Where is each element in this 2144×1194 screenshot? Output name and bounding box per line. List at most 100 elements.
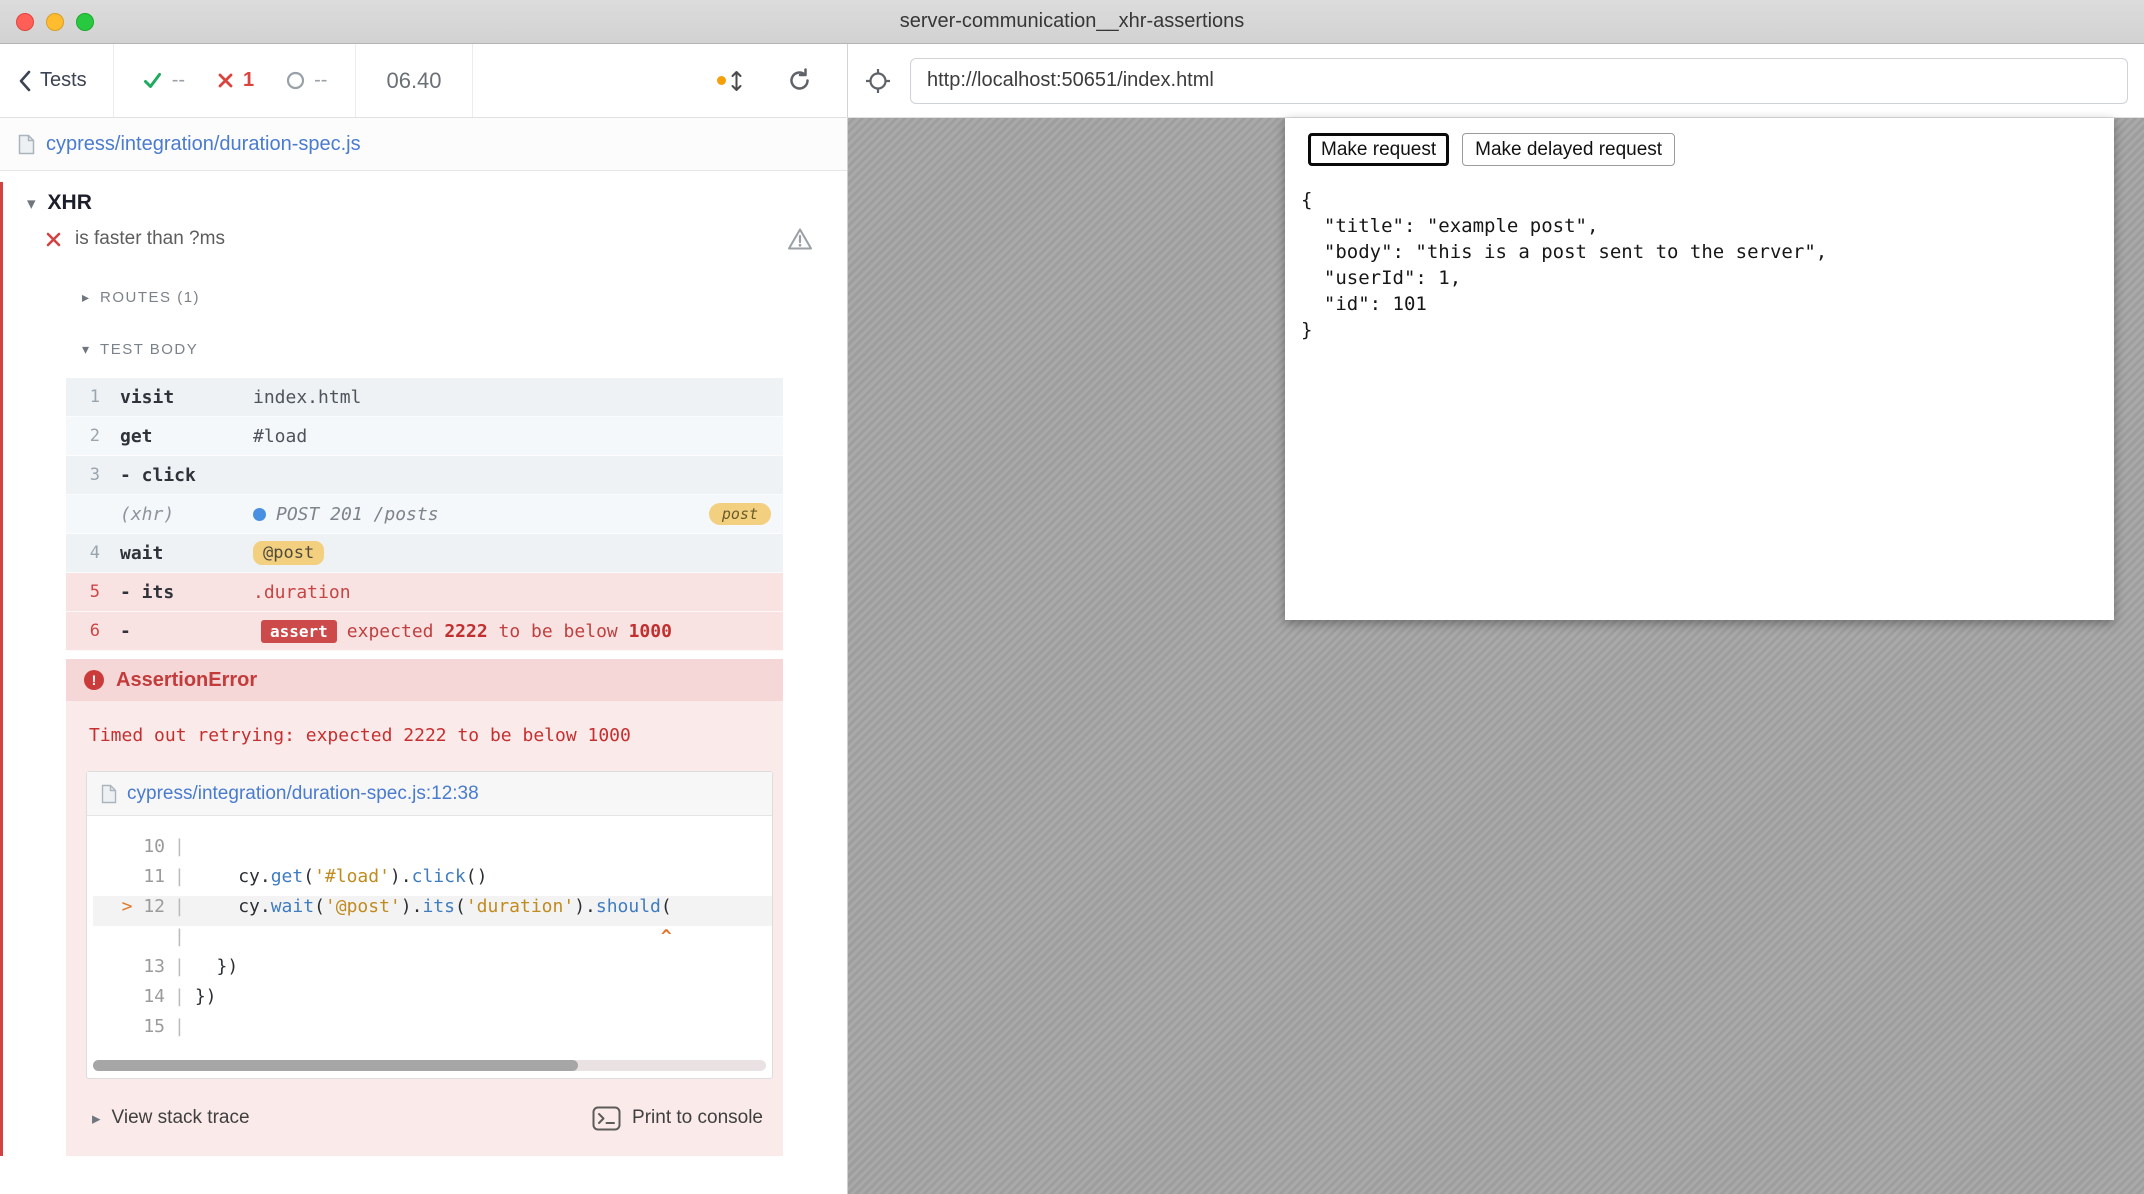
spec-file-link[interactable]: cypress/integration/duration-spec.js [46,133,361,156]
back-label: Tests [40,69,87,92]
pending-stat: -- [286,69,327,92]
test-body-section-toggle[interactable]: ▾ TEST BODY [3,334,847,364]
aut-panel: Make request Make delayed request { "tit… [848,118,2144,1194]
auto-scroll-dot-icon [717,76,726,85]
titlebar: server-communication__xhr-assertions [0,0,2144,44]
make-request-button[interactable]: Make request [1308,133,1449,166]
reporter-toolbar: Tests -- 1 -- 06.4 [0,44,848,117]
command-method: - [120,621,253,642]
command-row[interactable]: 2 get#load [66,417,783,456]
response-line: "id": 101 [1301,291,2098,317]
aut-page: Make request Make delayed request { "tit… [1285,118,2114,620]
caret-right-icon: ▸ [82,290,89,304]
code-line: 14|}) [93,986,772,1016]
route-alias-badge: post [709,503,771,525]
command-row[interactable]: 3 - click [66,456,783,495]
command-row[interactable]: 5 - its.duration [66,573,783,612]
failed-stat: 1 [217,69,254,92]
scroll-arrows-icon [729,69,744,93]
caret-right-icon: ▸ [92,1110,101,1127]
command-method: visit [120,387,253,408]
aut-response: { "title": "example post", "body": "this… [1301,187,2098,343]
code-scrollbar-thumb[interactable] [93,1060,578,1071]
aut-buttons: Make request Make delayed request [1308,133,2098,166]
response-line: "title": "example post", [1301,213,2098,239]
view-stack-trace-toggle[interactable]: ▸ View stack trace [92,1107,250,1129]
toolbar-divider [472,44,473,117]
code-line: | ^ [93,926,772,956]
assert-badge: assert [261,620,337,643]
test-duration: 06.40 [356,68,471,94]
warning-icon [787,227,813,251]
code-scrollbar[interactable] [93,1060,766,1071]
error-frame-link[interactable]: cypress/integration/duration-spec.js:12:… [127,783,479,805]
command-log: 1 visitindex.html 2 get#load 3 - click (xhr) PO… [66,378,783,651]
command-method: (xhr) [120,504,253,525]
toolbar-row: Tests -- 1 -- 06.4 [0,44,2144,118]
command-number: 5 [66,582,100,602]
test-stats: -- 1 -- [114,69,356,92]
error-bang-icon: ! [84,670,104,690]
passed-stat: -- [142,69,185,92]
error-block: ! AssertionError Timed out retrying: exp… [66,659,783,1156]
command-row[interactable]: 6-assert expected 2222 to be below 1000 [66,612,783,651]
code-frame-body: 10|11| cy.get('#load').click()> 12| cy.w… [87,816,772,1046]
xhr-dot-icon [253,508,266,521]
command-number: 6 [66,621,100,641]
file-icon [18,134,35,155]
command-message: index.html [253,387,361,408]
url-input[interactable] [910,58,2128,104]
command-message: expected 2222 to be below 1000 [347,621,672,642]
test-body-section-label: TEST BODY [100,341,198,358]
auto-scroll-toggle[interactable] [717,69,744,93]
command-method: - click [120,465,253,486]
check-icon [142,70,163,91]
xhr-message-text: POST 201 /posts [276,504,439,525]
reporter-panel: cypress/integration/duration-spec.js ▾ X… [0,118,848,1194]
pending-circle-icon [286,71,305,90]
restart-tests-button[interactable] [786,67,813,94]
command-message: .duration [253,582,351,603]
command-row[interactable]: 1 visitindex.html [66,378,783,417]
view-stack-trace-label: View stack trace [112,1107,250,1129]
response-line: "userId": 1, [1301,265,2098,291]
command-number: 4 [66,543,100,563]
command-method: get [120,426,253,447]
make-delayed-request-button[interactable]: Make delayed request [1462,133,1675,166]
close-button[interactable] [16,13,34,31]
command-number: 1 [66,387,100,407]
command-message: @post [253,541,324,565]
window-title: server-communication__xhr-assertions [900,10,1245,33]
response-line: } [1301,317,2098,343]
zoom-button[interactable] [76,13,94,31]
code-frame-header: cypress/integration/duration-spec.js:12:… [87,772,772,816]
command-row[interactable]: (xhr) POST 201 /posts post [66,495,783,534]
print-console-label: Print to console [632,1107,763,1129]
route-alias-ref: @post [253,541,324,565]
test-title: is faster than ?ms [75,228,225,250]
routes-section-toggle[interactable]: ▸ ROUTES (1) [3,282,847,312]
suite-header[interactable]: ▾ XHR [3,182,847,218]
code-frame: cypress/integration/duration-spec.js:12:… [86,771,773,1079]
error-name: AssertionError [116,669,257,692]
crosshair-icon [864,67,892,95]
command-method: - its [120,582,253,603]
code-line: 13| }) [93,956,772,986]
command-message: POST 201 /posts [253,504,439,525]
back-to-tests-button[interactable]: Tests [0,69,113,92]
minimize-button[interactable] [46,13,64,31]
command-number: 2 [66,426,100,446]
command-row[interactable]: 4wait@post [66,534,783,573]
print-console-button[interactable]: Print to console [592,1106,763,1131]
test-row[interactable]: is faster than ?ms [3,218,847,260]
traffic-lights [16,13,94,31]
failed-count: 1 [243,69,254,92]
spec-header: cypress/integration/duration-spec.js [0,118,847,171]
command-number: 3 [66,465,100,485]
selector-playground-button[interactable] [864,67,892,95]
suite-title: XHR [48,191,92,215]
command-message: #load [253,426,307,447]
response-line: { [1301,187,2098,213]
response-line: "body": "this is a post sent to the serv… [1301,239,2098,265]
chevron-left-icon [18,70,31,92]
